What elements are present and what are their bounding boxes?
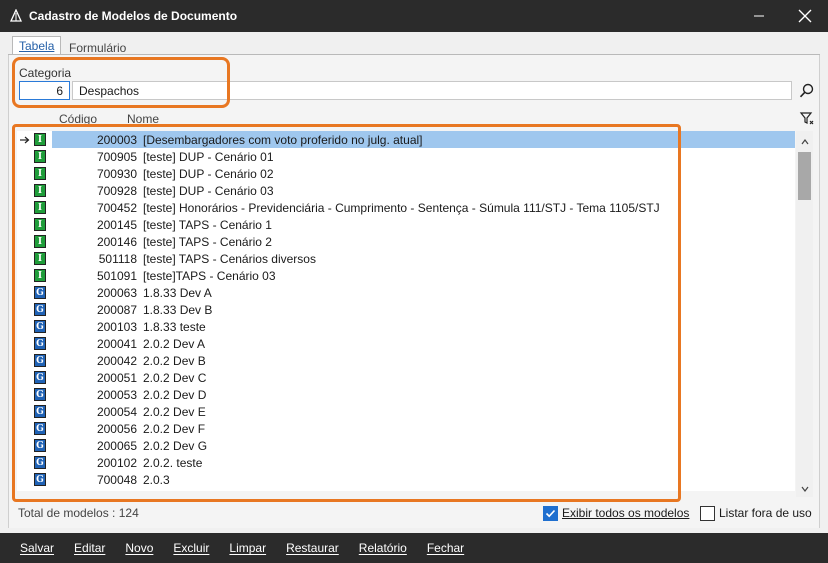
salvar-button[interactable]: Salvar: [20, 541, 54, 555]
scroll-thumb[interactable]: [798, 152, 811, 200]
restaurar-button[interactable]: Restaurar: [286, 541, 339, 555]
grid-highlight: [12, 124, 681, 502]
total-models-label: Total de modelos : 124: [18, 506, 139, 520]
title-bar: Cadastro de Modelos de Documento: [0, 0, 828, 32]
search-button[interactable]: [798, 82, 816, 100]
chevron-up-icon: [801, 138, 808, 144]
checkmark-icon: [545, 509, 556, 517]
excluir-button[interactable]: Excluir: [173, 541, 209, 555]
vertical-scrollbar[interactable]: [796, 131, 813, 497]
tab-tabela-label: Tabela: [19, 39, 55, 53]
scales-icon: [9, 9, 23, 22]
filter-button[interactable]: [799, 110, 815, 126]
minimize-icon: [754, 15, 764, 17]
checkbox-box[interactable]: [700, 505, 715, 521]
search-icon: [799, 83, 814, 98]
tab-formulario-label: Formulário: [69, 41, 127, 55]
filter-icon: [799, 112, 814, 125]
categoria-highlight: [12, 57, 230, 108]
editar-button[interactable]: Editar: [74, 541, 105, 555]
close-icon: [798, 9, 812, 23]
close-button[interactable]: [782, 0, 828, 32]
limpar-button[interactable]: Limpar: [229, 541, 266, 555]
list-out-of-use-label: Listar fora de uso: [719, 506, 812, 520]
chevron-down-icon: [801, 486, 808, 492]
fechar-button[interactable]: Fechar: [427, 541, 464, 555]
show-all-models-checkbox[interactable]: Exibir todos os modelos: [543, 505, 689, 521]
tab-strip: Tabela Formulário: [0, 32, 828, 55]
show-all-models-label: Exibir todos os modelos: [562, 506, 690, 520]
checkbox-box[interactable]: [543, 505, 558, 521]
scroll-down-button[interactable]: [796, 480, 813, 497]
tab-tabela[interactable]: Tabela: [12, 36, 62, 55]
window-title: Cadastro de Modelos de Documento: [29, 9, 238, 23]
relatorio-button[interactable]: Relatório: [359, 541, 407, 555]
bottom-toolbar: Salvar Editar Novo Excluir Limpar Restau…: [0, 533, 828, 563]
minimize-button[interactable]: [736, 0, 782, 32]
novo-button[interactable]: Novo: [125, 541, 153, 555]
list-out-of-use-checkbox[interactable]: Listar fora de uso: [700, 505, 812, 521]
scroll-up-button[interactable]: [796, 133, 813, 150]
